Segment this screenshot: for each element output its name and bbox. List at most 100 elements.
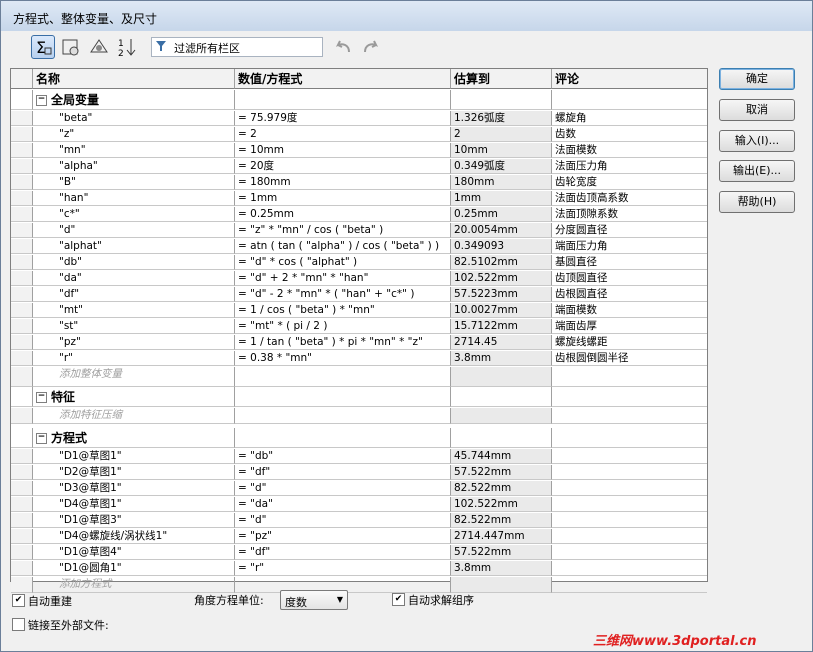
cell-comment[interactable]: [552, 545, 707, 560]
table-row[interactable]: "pz" = 1 / tan ( "beta" ) * pi * "mn" * "…: [11, 335, 707, 351]
row-selector[interactable]: [11, 449, 33, 464]
import-button[interactable]: 输入(I)...: [719, 130, 795, 152]
cell-name[interactable]: "mn": [33, 143, 235, 158]
table-row[interactable]: "da" = "d" + 2 * "mn" * "han" 102.522mm 齿顶圆…: [11, 271, 707, 287]
table-row[interactable]: "alpha" = 20度 0.349弧度 法面压力角: [11, 159, 707, 175]
cell-comment[interactable]: 齿轮宽度: [552, 175, 707, 190]
add-row-globals[interactable]: 添加整体变量: [11, 367, 707, 387]
cell-comment[interactable]: 法面模数: [552, 143, 707, 158]
cell-name[interactable]: "D3@草图1": [33, 481, 235, 496]
cell-comment[interactable]: [552, 513, 707, 528]
section-title-features[interactable]: − 特征: [33, 387, 235, 407]
table-row[interactable]: "D4@螺旋线/涡状线1" = "pz" 2714.447mm: [11, 529, 707, 545]
cell-value[interactable]: = "d" * cos ( "alphat" ): [235, 255, 451, 270]
cell-name[interactable]: "alphat": [33, 239, 235, 254]
cell-name[interactable]: "st": [33, 319, 235, 334]
cell-value[interactable]: = "pz": [235, 529, 451, 544]
cell-comment[interactable]: 螺旋角: [552, 111, 707, 126]
add-placeholder-features[interactable]: 添加特征压缩: [33, 408, 235, 424]
row-selector[interactable]: [11, 143, 33, 158]
table-row[interactable]: "d" = "z" * "mn" / cos ( "beta" ) 20.0054m…: [11, 223, 707, 239]
column-header-evaluates[interactable]: 估算到: [451, 69, 552, 89]
cell-value[interactable]: = 1mm: [235, 191, 451, 206]
auto-solve-checkbox[interactable]: ✔: [392, 593, 405, 606]
table-row[interactable]: "df" = "d" - 2 * "mn" * ( "han" + "c*" ) 5…: [11, 287, 707, 303]
cell-name[interactable]: "D1@草图1": [33, 449, 235, 464]
section-title-equations[interactable]: − 方程式: [33, 428, 235, 448]
collapse-icon[interactable]: −: [36, 95, 47, 106]
cell-value[interactable]: = "d": [235, 481, 451, 496]
table-row[interactable]: "D1@草图1" = "db" 45.744mm: [11, 449, 707, 465]
cell-name[interactable]: "beta": [33, 111, 235, 126]
table-row[interactable]: "alphat" = atn ( tan ( "alpha" ) / cos ( …: [11, 239, 707, 255]
table-row[interactable]: "mn" = 10mm 10mm 法面模数: [11, 143, 707, 159]
cell-comment[interactable]: 法面齿顶高系数: [552, 191, 707, 206]
row-selector[interactable]: [11, 303, 33, 318]
redo-icon[interactable]: [361, 37, 381, 60]
angle-unit-select[interactable]: 度数 ▼: [280, 590, 348, 610]
undo-icon[interactable]: [333, 37, 353, 60]
cell-name[interactable]: "han": [33, 191, 235, 206]
cell-comment[interactable]: [552, 529, 707, 544]
cell-comment[interactable]: [552, 561, 707, 576]
cell-value[interactable]: = 1 / tan ( "beta" ) * pi * "mn" * "z": [235, 335, 451, 350]
collapse-icon[interactable]: −: [36, 392, 47, 403]
help-button[interactable]: 帮助(H): [719, 191, 795, 213]
export-button[interactable]: 输出(E)...: [719, 160, 795, 182]
global-variables-view-icon[interactable]: Σ: [31, 35, 55, 59]
ordered-view-icon[interactable]: 12: [115, 35, 139, 59]
row-selector[interactable]: [11, 319, 33, 334]
column-header-name[interactable]: 名称: [33, 69, 235, 89]
cell-value[interactable]: = "z" * "mn" / cos ( "beta" ): [235, 223, 451, 238]
cell-value[interactable]: = "df": [235, 465, 451, 480]
equation-view-icon[interactable]: [59, 35, 83, 59]
row-selector[interactable]: [11, 239, 33, 254]
cell-comment[interactable]: 齿根圆倒圆半径: [552, 351, 707, 366]
cell-value[interactable]: = 10mm: [235, 143, 451, 158]
cell-name[interactable]: "df": [33, 287, 235, 302]
cell-name[interactable]: "z": [33, 127, 235, 142]
table-row[interactable]: "D1@圆角1" = "r" 3.8mm: [11, 561, 707, 577]
cell-value[interactable]: = 180mm: [235, 175, 451, 190]
row-selector[interactable]: [11, 561, 33, 576]
cell-comment[interactable]: [552, 465, 707, 480]
filter-input[interactable]: 过滤所有栏区: [151, 37, 323, 57]
auto-rebuild-checkbox[interactable]: ✔: [12, 594, 25, 607]
collapse-icon[interactable]: −: [36, 433, 47, 444]
cell-comment[interactable]: 端面模数: [552, 303, 707, 318]
cell-name[interactable]: "D1@草图4": [33, 545, 235, 560]
row-selector[interactable]: [11, 529, 33, 544]
row-selector[interactable]: [11, 191, 33, 206]
row-selector[interactable]: [11, 481, 33, 496]
cell-comment[interactable]: [552, 497, 707, 512]
dimension-view-icon[interactable]: [87, 35, 111, 59]
row-selector[interactable]: [11, 513, 33, 528]
cell-comment[interactable]: 法面压力角: [552, 159, 707, 174]
cell-comment[interactable]: 端面齿厚: [552, 319, 707, 334]
cell-value[interactable]: = "r": [235, 561, 451, 576]
cell-name[interactable]: "D4@螺旋线/涡状线1": [33, 529, 235, 544]
table-row[interactable]: "mt" = 1 / cos ( "beta" ) * "mn" 10.0027mm…: [11, 303, 707, 319]
cell-name[interactable]: "D4@草图1": [33, 497, 235, 512]
cell-value[interactable]: = 0.38 * "mn": [235, 351, 451, 366]
cell-value[interactable]: = 0.25mm: [235, 207, 451, 222]
cell-value[interactable]: = "da": [235, 497, 451, 512]
cell-name[interactable]: "c*": [33, 207, 235, 222]
cell-value[interactable]: = "d" + 2 * "mn" * "han": [235, 271, 451, 286]
ok-button[interactable]: 确定: [719, 68, 795, 90]
cell-name[interactable]: "db": [33, 255, 235, 270]
column-header-comment[interactable]: 评论: [552, 69, 707, 89]
table-row[interactable]: "D3@草图1" = "d" 82.522mm: [11, 481, 707, 497]
cell-name[interactable]: "D1@圆角1": [33, 561, 235, 576]
cell-name[interactable]: "B": [33, 175, 235, 190]
row-selector[interactable]: [11, 255, 33, 270]
row-selector[interactable]: [11, 545, 33, 560]
column-header-value[interactable]: 数值/方程式: [235, 69, 451, 89]
table-row[interactable]: "beta" = 75.979度 1.326弧度 螺旋角: [11, 111, 707, 127]
cancel-button[interactable]: 取消: [719, 99, 795, 121]
cell-name[interactable]: "d": [33, 223, 235, 238]
row-selector[interactable]: [11, 271, 33, 286]
add-row-features[interactable]: 添加特征压缩: [11, 408, 707, 424]
cell-name[interactable]: "D1@草图3": [33, 513, 235, 528]
section-title-globals[interactable]: − 全局变量: [33, 90, 235, 110]
